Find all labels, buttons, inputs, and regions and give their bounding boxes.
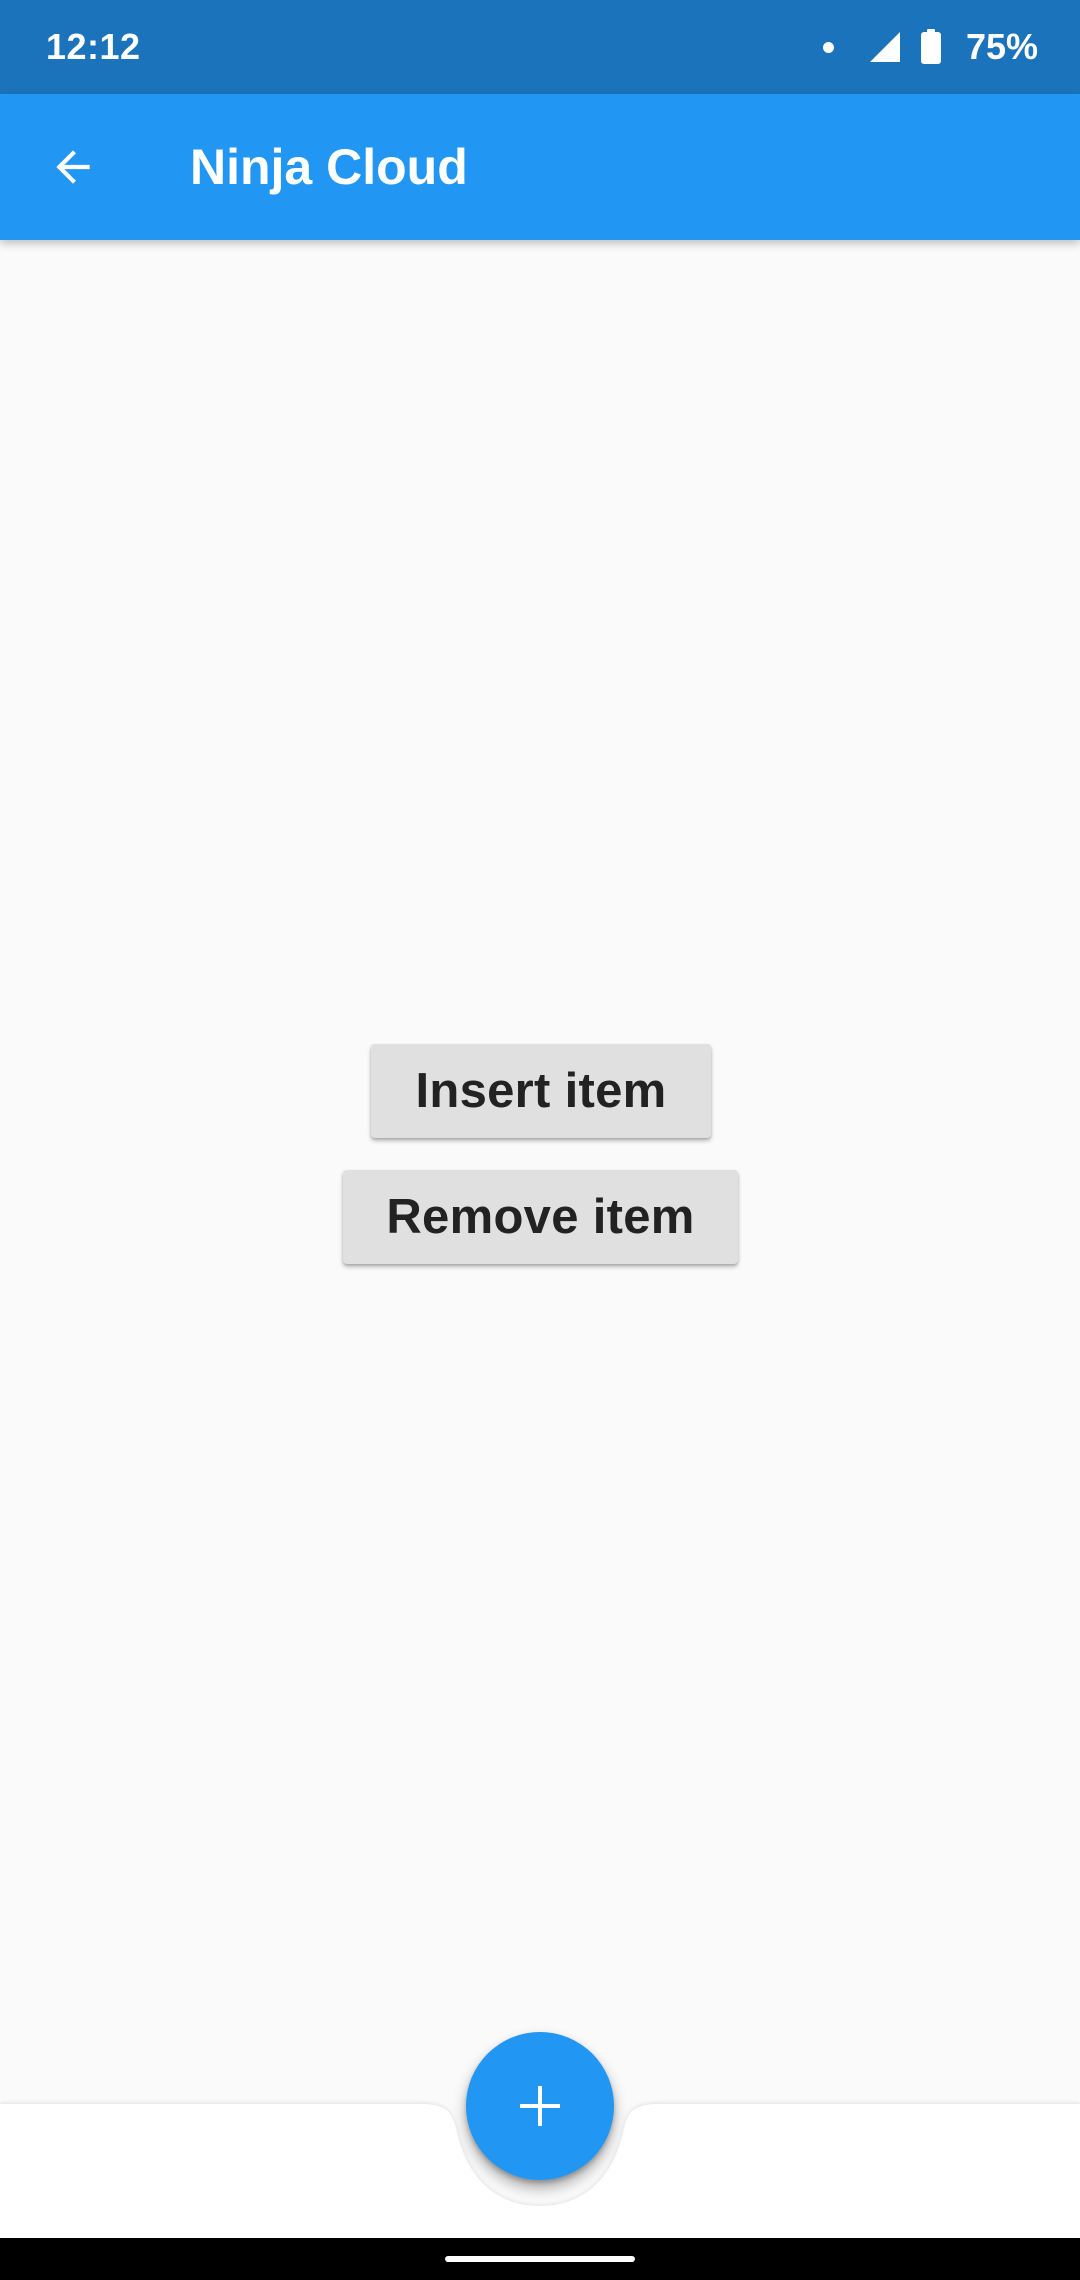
remove-item-button[interactable]: Remove item (343, 1170, 738, 1264)
battery-icon (920, 29, 941, 64)
app-bar: Ninja Cloud (0, 94, 1080, 240)
insert-item-button[interactable]: Insert item (371, 1044, 711, 1138)
system-nav-bar (0, 2238, 1080, 2280)
back-button[interactable] (28, 122, 118, 212)
plus-icon (520, 2086, 560, 2126)
status-bar: 12:12 75% (0, 0, 1080, 94)
battery-percent: 75% (965, 26, 1038, 67)
status-time: 12:12 (46, 26, 141, 67)
status-icons: 75% (822, 0, 1038, 94)
screen: 12:12 75% Ninja Cloud Insert item Remove… (0, 0, 1080, 2280)
add-fab-button[interactable] (466, 2032, 614, 2180)
home-gesture-handle[interactable] (445, 2256, 635, 2262)
signal-icon (869, 32, 900, 62)
arrow-back-icon (56, 150, 90, 184)
notification-dot-icon (822, 41, 834, 53)
app-title: Ninja Cloud (190, 139, 468, 195)
